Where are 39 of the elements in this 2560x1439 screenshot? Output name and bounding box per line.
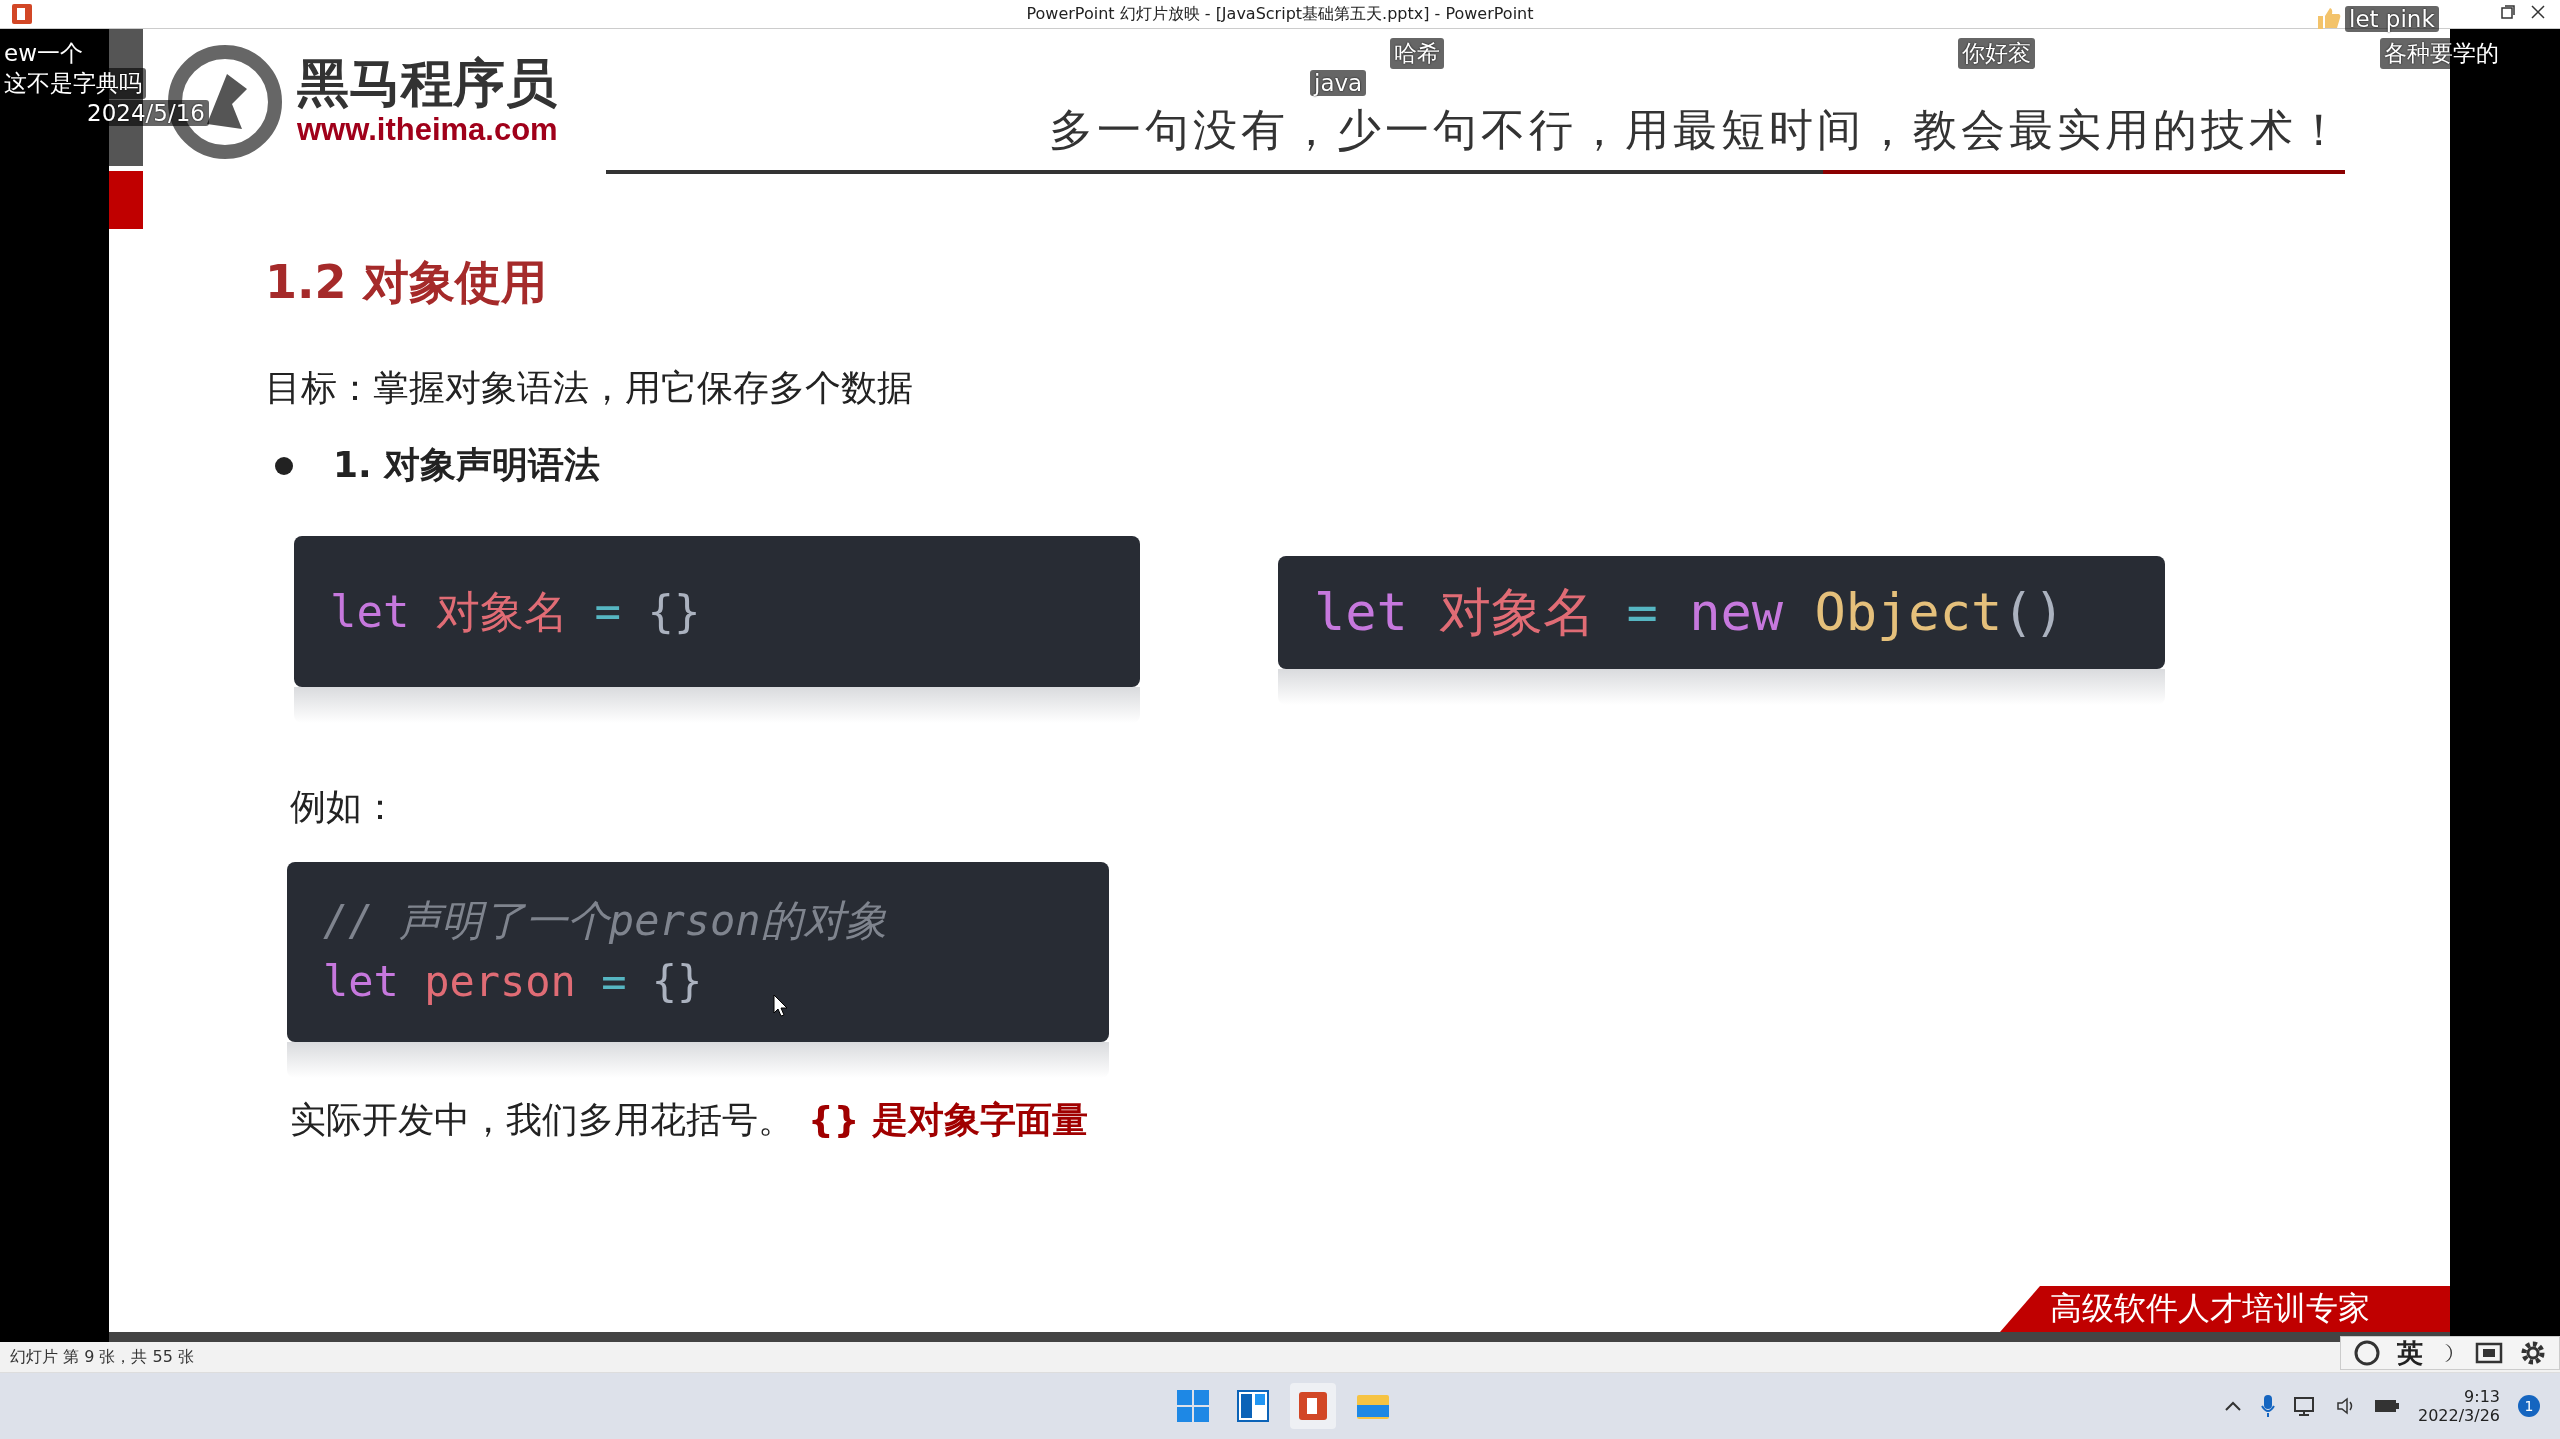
example-label: 例如： xyxy=(290,785,399,829)
slogan: 多一句没有，少一句不行，用最短时间，教会最实用的技术！ xyxy=(1049,103,2345,157)
thumbs-up-icon xyxy=(2316,6,2342,30)
code-line: let 对象名 = {} xyxy=(330,584,701,639)
code-line: let 对象名 = new Object() xyxy=(1314,580,2065,644)
brand-url: www.itheima.com xyxy=(297,112,558,149)
danmaku-comment: let pink xyxy=(2345,6,2439,32)
ime-mode[interactable]: 英 xyxy=(2397,1335,2423,1371)
slide-heading: 1.2 对象使用 xyxy=(265,254,548,311)
keyboard-icon[interactable] xyxy=(2475,1341,2503,1365)
settings-icon[interactable] xyxy=(2519,1339,2547,1367)
slogan-banner: 高级软件人才培训专家 xyxy=(2000,1286,2450,1332)
note-text: 实际开发中，我们多用花括号。 xyxy=(290,1098,794,1142)
brand-name: 黑马程序员 xyxy=(297,54,558,113)
microphone-icon[interactable] xyxy=(2259,1394,2276,1418)
goal-text: 目标：掌握对象语法，用它保存多个数据 xyxy=(265,366,914,410)
powerpoint-icon xyxy=(1297,1390,1329,1422)
bullet-dot xyxy=(275,456,293,475)
bullet-text: 1. 对象声明语法 xyxy=(333,443,601,487)
mouse-cursor-icon xyxy=(773,994,789,1018)
danmaku-comment: 你好衮 xyxy=(1958,38,2035,69)
powerpoint-icon xyxy=(12,4,32,24)
panels-icon xyxy=(1237,1390,1269,1422)
danmaku-comment: 哈希 xyxy=(1390,38,1444,69)
notification-badge[interactable]: 1 xyxy=(2518,1395,2540,1417)
powerpoint-taskbar-button[interactable] xyxy=(1290,1383,1336,1429)
windows-logo-icon xyxy=(1177,1390,1209,1422)
note-highlight: {} 是对象字面量 xyxy=(808,1098,1088,1142)
chevron-up-icon[interactable] xyxy=(2223,1400,2242,1412)
clock[interactable]: 9:13 2022/3/26 xyxy=(2417,1387,2500,1425)
restore-icon[interactable] xyxy=(2500,4,2516,20)
close-icon[interactable] xyxy=(2530,4,2546,20)
code-line: let person = {} xyxy=(323,956,703,1008)
accent-bar xyxy=(109,171,143,229)
window-title: PowerPoint 幻灯片放映 - [JavaScript基础第五天.pptx] - PowerPoint xyxy=(1026,3,1534,25)
gauge-icon[interactable] xyxy=(2353,1339,2381,1367)
battery-icon[interactable] xyxy=(2373,1398,2400,1414)
code-line: // 声明了一个person的对象 xyxy=(323,895,887,948)
danmaku-comment: java xyxy=(1310,70,1367,96)
